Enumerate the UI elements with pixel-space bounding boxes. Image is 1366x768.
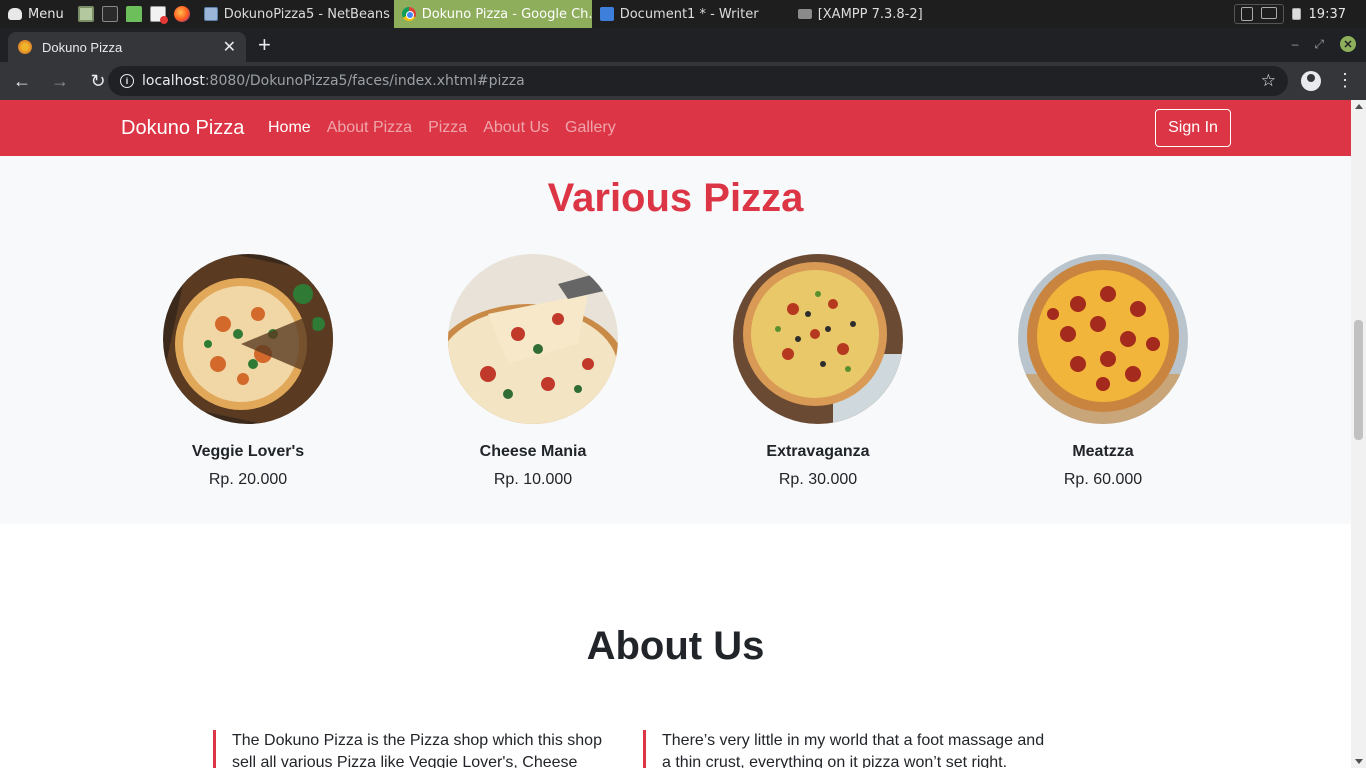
- url-text[interactable]: localhost:8080/DokunoPizza5/faces/index.…: [142, 73, 525, 89]
- pizza-section: Various Pizza Veggie Lover's Rp. 20.000: [0, 156, 1351, 524]
- about-text-right: There’s very little in my world that a f…: [643, 730, 1053, 768]
- veggie-pizza-image: [163, 254, 333, 424]
- task-label: [XAMPP 7.3.8-2]: [817, 6, 923, 22]
- pizza-price: Rp. 20.000: [208, 471, 288, 488]
- pizza-card: Meatzza Rp. 60.000: [1018, 254, 1188, 489]
- task-label: DokunoPizza5 - NetBeans ...: [223, 6, 394, 22]
- scroll-thumb[interactable]: [1354, 320, 1363, 440]
- pizza-favicon-icon: [18, 40, 32, 54]
- sign-in-button[interactable]: Sign In: [1155, 109, 1231, 147]
- nav-home[interactable]: Home: [268, 119, 311, 137]
- folder-icon[interactable]: [125, 6, 142, 22]
- window-controls: ‒ ⤢ ✕: [1292, 36, 1356, 52]
- pizza-price: Rp. 10.000: [493, 471, 573, 488]
- document-viewer-icon[interactable]: [149, 6, 168, 24]
- profile-avatar-icon[interactable]: [1301, 71, 1321, 91]
- about-section-title: About Us: [586, 624, 765, 668]
- window-close-icon[interactable]: ✕: [1340, 36, 1356, 52]
- terminal-icon[interactable]: [101, 6, 118, 22]
- forward-button[interactable]: →: [44, 65, 76, 97]
- tab-title: Dokuno Pizza: [42, 39, 123, 55]
- task-label: Document1 * - Writer: [619, 6, 759, 22]
- network-icon[interactable]: [1260, 7, 1277, 19]
- page-viewport: Dokuno Pizza Home About Pizza Pizza Abou…: [0, 100, 1351, 768]
- site-navbar: Dokuno Pizza Home About Pizza Pizza Abou…: [0, 100, 1351, 156]
- site-brand[interactable]: Dokuno Pizza: [121, 117, 244, 140]
- meatzza-pizza-image: [1018, 254, 1188, 424]
- netbeans-icon: [203, 7, 218, 21]
- cheese-pizza-image: [448, 254, 618, 424]
- writer-icon: [599, 7, 614, 21]
- scroll-down-arrow-icon[interactable]: [1355, 759, 1363, 764]
- bookmark-star-icon[interactable]: ☆: [1261, 71, 1276, 91]
- task-netbeans[interactable]: DokunoPizza5 - NetBeans ...: [196, 0, 394, 28]
- restore-icon[interactable]: ⤢: [1314, 37, 1324, 52]
- address-bar[interactable]: i localhost:8080/DokunoPizza5/faces/inde…: [108, 66, 1288, 96]
- browser-menu-icon[interactable]: ⋮: [1336, 70, 1354, 91]
- url-path: :8080/DokunoPizza5/faces/index.xhtml#piz…: [204, 73, 525, 89]
- battery-icon[interactable]: [1291, 8, 1301, 20]
- pizza-card: Extravaganza Rp. 30.000: [733, 254, 903, 489]
- clock[interactable]: 19:37: [1309, 7, 1346, 22]
- task-label: Dokuno Pizza - Google Ch...: [421, 6, 592, 22]
- system-tray: 19:37: [1233, 0, 1366, 28]
- about-text-left: The Dokuno Pizza is the Pizza shop which…: [213, 730, 623, 768]
- browser-toolbar: ← → ↻ i localhost:8080/DokunoPizza5/face…: [0, 62, 1366, 100]
- pizza-price: Rp. 30.000: [778, 471, 858, 488]
- pizza-name: Extravaganza: [766, 443, 870, 460]
- task-xampp[interactable]: [XAMPP 7.3.8-2]: [790, 0, 988, 28]
- site-info-icon[interactable]: i: [120, 74, 134, 88]
- new-tab-button[interactable]: +: [258, 34, 271, 56]
- file-manager-icon[interactable]: [77, 6, 94, 22]
- taskbar-window-list: DokunoPizza5 - NetBeans ... Dokuno Pizza…: [196, 0, 988, 28]
- about-section: About Us The Dokuno Pizza is the Pizza s…: [0, 524, 1351, 768]
- back-button[interactable]: ←: [6, 65, 38, 97]
- extravaganza-pizza-image: [733, 254, 903, 424]
- minimize-icon[interactable]: ‒: [1292, 37, 1299, 51]
- nav-about-us[interactable]: About Us: [483, 119, 549, 137]
- page-scrollbar[interactable]: [1351, 100, 1366, 768]
- browser-tabstrip: Dokuno Pizza ✕ + ‒ ⤢ ✕: [0, 28, 1366, 62]
- os-taskbar: Menu DokunoPizza5 - NetBeans ... Dokuno …: [0, 0, 1366, 28]
- nav-links: Home About Pizza Pizza About Us Gallery: [268, 119, 616, 137]
- firefox-icon[interactable]: [173, 6, 190, 22]
- pizza-card: Cheese Mania Rp. 10.000: [448, 254, 618, 489]
- nav-pizza[interactable]: Pizza: [428, 119, 467, 137]
- pizza-name: Cheese Mania: [479, 443, 587, 460]
- task-writer[interactable]: Document1 * - Writer: [592, 0, 790, 28]
- quick-launchers: [72, 0, 196, 28]
- pizza-name: Meatzza: [1072, 443, 1134, 460]
- start-menu-label: Menu: [28, 6, 64, 22]
- nav-about-pizza[interactable]: About Pizza: [327, 119, 412, 137]
- xampp-icon: [797, 9, 812, 19]
- close-tab-icon[interactable]: ✕: [223, 37, 236, 57]
- tray-icons: [1233, 4, 1284, 24]
- browser-tab[interactable]: Dokuno Pizza ✕: [8, 32, 246, 62]
- pizza-section-title: Various Pizza: [547, 176, 804, 220]
- nav-gallery[interactable]: Gallery: [565, 119, 616, 137]
- chrome-icon: [401, 7, 416, 21]
- pizza-price: Rp. 60.000: [1063, 471, 1143, 488]
- pizza-name: Veggie Lover's: [191, 443, 305, 460]
- pizza-card: Veggie Lover's Rp. 20.000: [163, 254, 333, 489]
- mint-logo-icon: [8, 8, 22, 20]
- task-chrome[interactable]: Dokuno Pizza - Google Ch...: [393, 0, 592, 28]
- url-host: localhost: [142, 73, 205, 89]
- start-menu-button[interactable]: Menu: [0, 0, 72, 28]
- scroll-up-arrow-icon[interactable]: [1355, 104, 1363, 109]
- bluetooth-icon[interactable]: [1240, 7, 1253, 21]
